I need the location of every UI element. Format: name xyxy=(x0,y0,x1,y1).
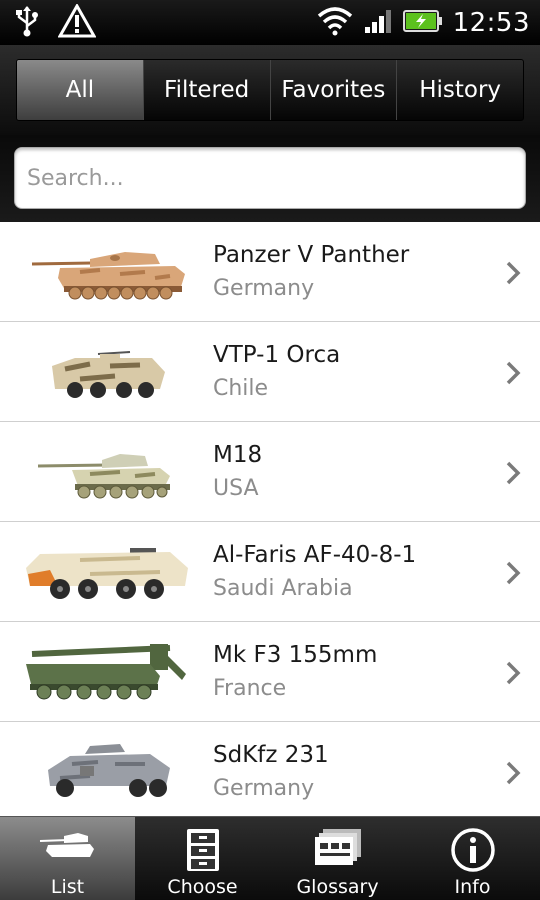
chevron-right-icon xyxy=(506,761,521,785)
tab-favorites[interactable]: Favorites xyxy=(271,60,398,120)
vehicle-name: Mk F3 155mm xyxy=(213,642,378,668)
vehicle-list: Panzer V Panther Germany VTP-1 Orca Chil… xyxy=(0,222,540,816)
armored-car-thumbnail xyxy=(48,744,170,797)
tab-history[interactable]: History xyxy=(397,60,523,120)
segmented-control: All Filtered Favorites History xyxy=(16,59,524,121)
chevron-right-icon xyxy=(506,361,521,385)
list-item-sdkfz-231[interactable]: SdKfz 231 Germany xyxy=(0,722,540,816)
self-propelled-gun-thumbnail xyxy=(26,644,186,700)
nav-label: Glossary xyxy=(296,876,379,898)
status-bar: 12:53 xyxy=(0,0,540,45)
usb-icon xyxy=(14,5,40,41)
chevron-right-icon xyxy=(506,661,521,685)
bottom-nav: List Choose Glossary Info xyxy=(0,816,540,900)
nav-list[interactable]: List xyxy=(0,817,135,900)
vehicle-country: Saudi Arabia xyxy=(213,576,353,601)
wifi-icon xyxy=(317,6,353,40)
nav-label: Choose xyxy=(167,876,238,898)
search-bar xyxy=(0,135,540,222)
chevron-right-icon xyxy=(506,461,521,485)
search-input[interactable] xyxy=(14,147,526,209)
warning-icon xyxy=(57,2,97,42)
nav-choose[interactable]: Choose xyxy=(135,817,270,900)
apc-thumbnail xyxy=(52,351,165,398)
list-item-panther[interactable]: Panzer V Panther Germany xyxy=(0,222,540,322)
vehicle-name: SdKfz 231 xyxy=(213,742,329,768)
signal-icon xyxy=(363,7,393,39)
battery-charging-icon xyxy=(402,9,443,37)
nav-glossary[interactable]: Glossary xyxy=(270,817,405,900)
cards-icon xyxy=(314,829,361,865)
tank-icon xyxy=(39,833,94,857)
vehicle-name: M18 xyxy=(213,442,263,468)
tank-thumbnail xyxy=(31,252,185,300)
vehicle-country: Germany xyxy=(213,776,315,801)
nav-label: List xyxy=(50,876,85,898)
clock: 12:53 xyxy=(452,7,530,38)
vehicle-name: Panzer V Panther xyxy=(213,242,410,268)
top-tab-bar: All Filtered Favorites History xyxy=(0,45,540,135)
tab-all[interactable]: All xyxy=(17,60,144,120)
vehicle-name: VTP-1 Orca xyxy=(213,342,341,368)
list-item-m18[interactable]: M18 USA xyxy=(0,422,540,522)
nav-info[interactable]: Info xyxy=(405,817,540,900)
list-item-vtp1-orca[interactable]: VTP-1 Orca Chile xyxy=(0,322,540,422)
list-item-al-faris[interactable]: Al-Faris AF-40-8-1 Saudi Arabia xyxy=(0,522,540,622)
tank-destroyer-thumbnail xyxy=(37,454,170,499)
vehicle-name: Al-Faris AF-40-8-1 xyxy=(213,542,417,568)
tab-filtered[interactable]: Filtered xyxy=(144,60,271,120)
vehicle-country: France xyxy=(213,676,287,701)
list-item-mk-f3[interactable]: Mk F3 155mm France xyxy=(0,622,540,722)
nav-label: Info xyxy=(454,876,491,898)
chevron-right-icon xyxy=(506,561,521,585)
vehicle-country: Chile xyxy=(213,376,269,401)
info-icon xyxy=(450,828,495,872)
vehicle-country: Germany xyxy=(213,276,315,301)
apc-thumbnail xyxy=(26,548,188,599)
chevron-right-icon xyxy=(506,261,521,285)
vehicle-country: USA xyxy=(213,476,259,501)
filing-cabinet-icon xyxy=(186,829,219,871)
